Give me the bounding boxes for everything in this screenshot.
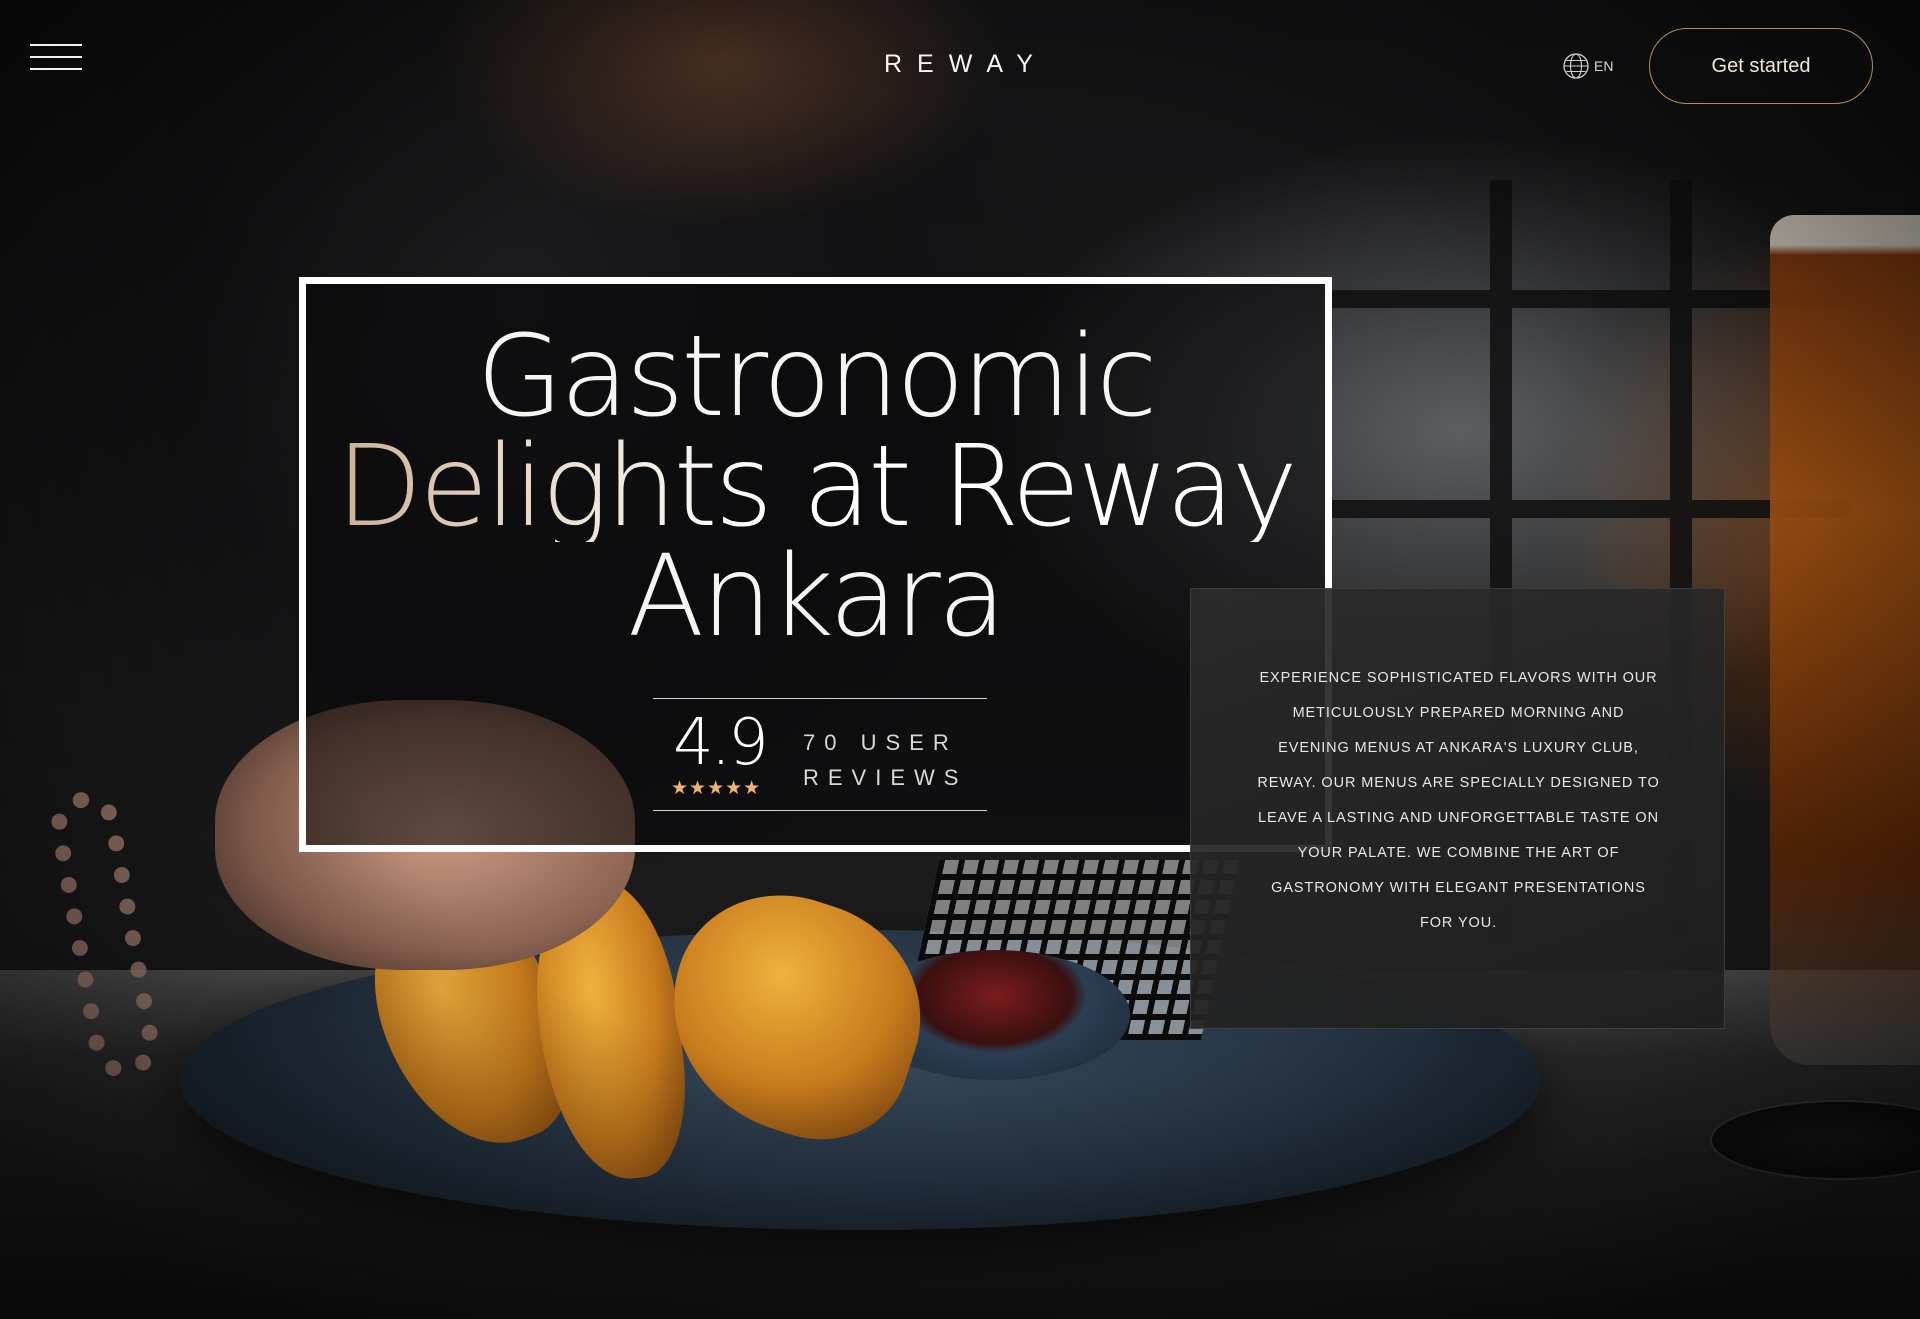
background-shrimp [345,868,595,1172]
headline-card: Gastronomic Delights at Reway Ankara 4.9… [299,277,1332,852]
page-title: Gastronomic Delights at Reway Ankara [306,312,1325,662]
title-line-3: Ankara [627,532,1007,662]
site-logo[interactable]: REWAY [884,50,1044,79]
star-rating-icon: ★★★★★ [671,778,762,799]
menu-bar [30,68,82,70]
background-coaster [1710,1100,1920,1180]
hamburger-menu-icon[interactable] [30,44,82,72]
globe-icon [1563,53,1589,79]
get-started-button[interactable]: Get started [1649,28,1873,104]
background-bracelet [45,786,165,1084]
description-card: Experience sophisticated flavors with ou… [1190,588,1725,1029]
background-basket [900,860,1240,1040]
review-count-line-1: 70 USER [803,730,958,755]
site-header: REWAY EN Get started [0,0,1920,130]
background-sauce-bowl [860,950,1130,1080]
review-count: 70 USER REVIEWS [803,725,983,795]
review-count-line-2: REVIEWS [803,765,968,790]
background-shrimp [640,867,950,1163]
background-lime [705,891,855,1029]
language-label: EN [1594,58,1614,74]
language-switcher[interactable]: EN [1562,52,1613,80]
rating-score: 4.9 [673,706,769,780]
menu-bar [30,56,82,58]
background-shrimp [524,873,696,1187]
rating-block: 4.9 ★★★★★ 70 USER REVIEWS [653,698,987,811]
title-line-1: Gastronomic [476,312,1157,442]
menu-bar [30,44,82,46]
hero-section: REWAY EN Get started Gastronomic Delight… [0,0,1920,1319]
title-line-2: Delights at Reway [306,431,1325,543]
background-beer-glass [1770,215,1920,1065]
description-text: Experience sophisticated flavors with ou… [1257,670,1660,931]
